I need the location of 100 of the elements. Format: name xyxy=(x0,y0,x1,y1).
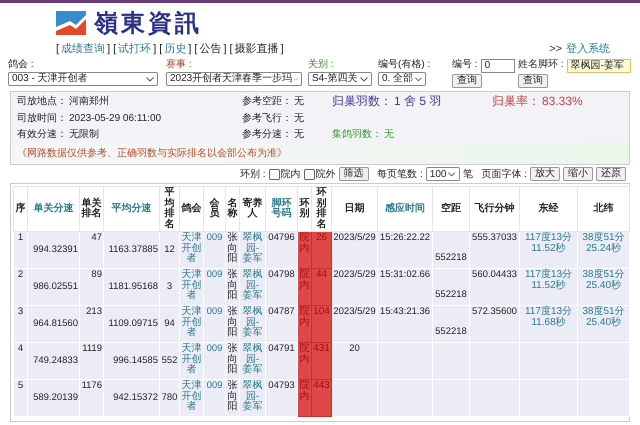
nav-bracket: ] xyxy=(107,43,110,55)
column-header: 序 xyxy=(14,186,28,232)
table-cell: 04796 xyxy=(266,232,298,268)
info-label: 参考分速： xyxy=(242,129,292,140)
table-link[interactable]: 38度51分 25.40秒 xyxy=(578,268,630,306)
table-link[interactable]: 天津开创者 xyxy=(180,232,204,268)
info-value: 2023-05-29 06:11:00 xyxy=(69,113,162,124)
checkbox[interactable] xyxy=(268,168,280,180)
info-label: 参考空距： xyxy=(242,96,292,107)
info-label: 参考飞行： xyxy=(242,113,292,124)
sort-header[interactable]: 单关分速 xyxy=(28,186,80,232)
table-cell: 1109.09715 xyxy=(104,306,160,342)
nav-link[interactable]: 公告 xyxy=(199,43,222,55)
table-cell: 443 xyxy=(312,380,332,416)
nav-link[interactable]: 试打环 xyxy=(118,43,152,55)
table-cell: 张向阳 xyxy=(226,268,240,306)
column-header: 东经 xyxy=(520,186,578,232)
nav-link[interactable]: 历史 xyxy=(164,43,186,55)
table-link[interactable]: 117度13分 11.52秒 xyxy=(520,232,578,268)
table-link[interactable]: 117度13分 11.68秒 xyxy=(520,306,578,342)
table-cell: 104 xyxy=(312,306,332,342)
info-value: 无限制 xyxy=(69,129,99,140)
login-prefix: >> xyxy=(549,43,562,55)
table-link[interactable]: 117度13分 11.52秒 xyxy=(520,268,578,306)
info-value: 无 xyxy=(294,113,304,124)
checkbox[interactable] xyxy=(304,168,315,180)
sort-header[interactable]: 平均分速 xyxy=(104,186,160,232)
table-cell: 5 xyxy=(14,380,28,416)
field-label: 编号 : xyxy=(452,59,478,71)
filter-button[interactable]: 筛选 xyxy=(338,167,369,181)
table-cell: 04793 xyxy=(266,380,298,416)
info-value: 无 xyxy=(384,129,394,140)
field-label: 关别 : xyxy=(308,59,335,71)
nav-bracket: ] xyxy=(280,43,284,55)
field-label: 编号(有格) : xyxy=(378,59,432,71)
search-button[interactable]: 查询 xyxy=(518,74,548,88)
info-value: 无 xyxy=(294,96,304,107)
table-link[interactable]: 009 xyxy=(204,232,226,268)
filter-label: 页面字体 : xyxy=(481,168,527,181)
search-button[interactable]: 查询 xyxy=(452,74,482,88)
table-link[interactable]: 天津开创者 xyxy=(180,268,204,306)
table-cell: 555.37033 xyxy=(470,232,520,268)
table-link[interactable]: 翠枫园-姜军 xyxy=(240,380,266,416)
sort-header[interactable]: 感应时间 xyxy=(378,186,432,232)
info-label: 集鸽羽数： xyxy=(332,129,382,140)
table-link[interactable]: 009 xyxy=(204,306,226,342)
table-link[interactable]: 009 xyxy=(204,268,226,306)
table-link[interactable]: 009 xyxy=(204,380,226,416)
table-cell: 589.20139 xyxy=(28,380,80,416)
table-cell: 44 xyxy=(312,268,332,306)
table-cell: 3 xyxy=(14,306,28,342)
nav-link[interactable]: 摄影直播 xyxy=(234,43,279,55)
info-label: 归巢率： xyxy=(492,94,540,108)
dropdown[interactable]: 100 xyxy=(426,167,460,181)
nav-bracket: [ xyxy=(194,43,198,55)
table-link[interactable]: 天津开创者 xyxy=(180,380,204,416)
table-link[interactable]: 翠枫园-姜军 xyxy=(240,232,266,268)
table-link[interactable]: 38度51分 25.40秒 xyxy=(578,306,630,342)
table-cell: 994.32391 xyxy=(28,232,80,268)
table-link[interactable]: 009 xyxy=(204,342,226,380)
table-cell: 04791 xyxy=(266,342,298,380)
table-cell: 1176 xyxy=(80,380,104,416)
table-cell: 20 xyxy=(332,342,378,380)
table-link[interactable]: 翠枫园-姜军 xyxy=(240,306,266,342)
dropdown[interactable]: 003 - 天津开创者 xyxy=(8,72,158,86)
table-link[interactable]: 翠枫园-姜军 xyxy=(240,342,266,380)
table-cell: 213 xyxy=(80,306,104,342)
caret-icon xyxy=(360,76,368,82)
filter-label: 每页笔数 : xyxy=(377,168,423,181)
table-cell: 15:31:02.66 xyxy=(378,268,432,306)
nav-link[interactable]: 成绩查询 xyxy=(61,43,106,55)
table-cell: 15:43:21.36 xyxy=(378,306,432,342)
table-link[interactable]: 38度51分 25.24秒 xyxy=(578,232,630,268)
field-label: 姓名脚环 : xyxy=(518,59,564,71)
table-link[interactable]: 翠枫园-姜军 xyxy=(240,268,266,306)
table-cell: 张向阳 xyxy=(226,232,240,268)
dropdown[interactable]: 2023开创者天津春季一步玛 xyxy=(166,72,302,86)
table-cell: 1 xyxy=(14,232,28,268)
login-link[interactable]: 登入系统 xyxy=(566,43,610,55)
nav-bracket: [ xyxy=(230,43,233,55)
font-size-button[interactable]: 缩小 xyxy=(563,167,593,181)
column-header: 空距 xyxy=(432,186,470,232)
info-label: 归巢羽数： xyxy=(332,94,392,108)
logo-icon xyxy=(56,11,86,35)
input-field[interactable]: 翠枫园-姜军 xyxy=(566,59,631,73)
caret-icon xyxy=(448,172,456,176)
font-size-button[interactable]: 还原 xyxy=(596,167,626,181)
table-cell: 986.02551 xyxy=(28,268,80,306)
table-cell: 964.81560 xyxy=(28,306,80,342)
sort-header[interactable]: 脚环号码 xyxy=(266,186,298,232)
font-size-button[interactable]: 放大 xyxy=(530,167,560,181)
table-cell: 996.14585 xyxy=(104,342,160,380)
table-cell: 张向阳 xyxy=(226,342,240,380)
table-cell: 2023/5/29 xyxy=(332,268,378,306)
table-link[interactable]: 天津开创者 xyxy=(180,306,204,342)
table-link[interactable]: 天津开创者 xyxy=(180,342,204,380)
column-header: 会员 xyxy=(204,186,226,232)
column-header: 名称 xyxy=(226,186,240,232)
input-field[interactable]: 0 xyxy=(480,59,515,73)
site-title: 嶺東資訊 xyxy=(94,7,202,39)
